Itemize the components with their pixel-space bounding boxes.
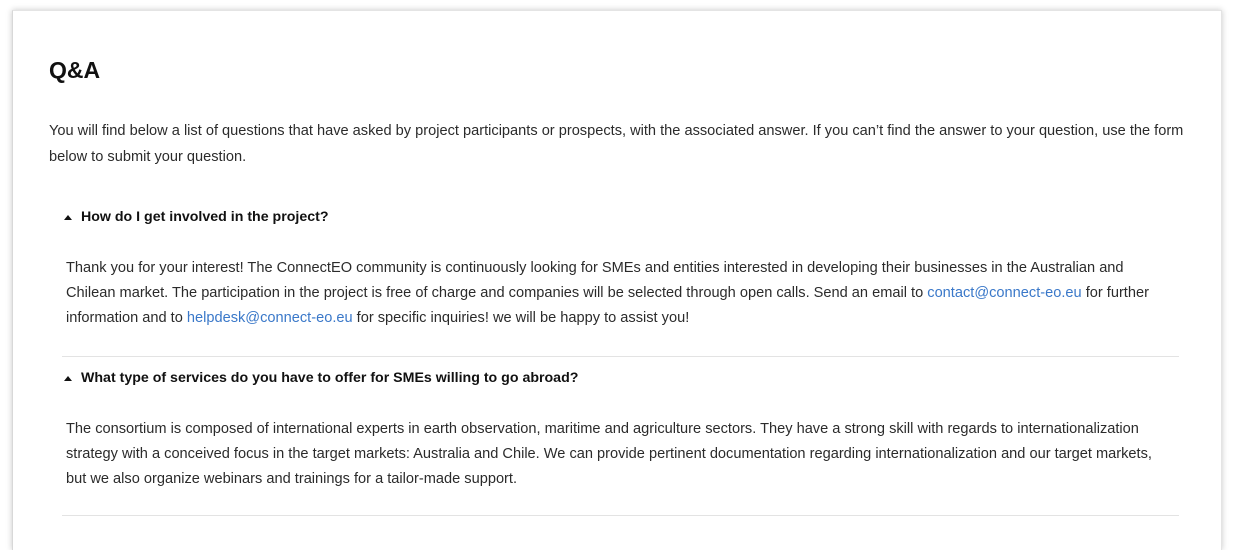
faq-question-toggle[interactable]: How do I get involved in the project? [62, 206, 1179, 228]
faq-item-services: What type of services do you have to off… [62, 367, 1179, 516]
faq-item-get-involved: How do I get involved in the project? Th… [62, 206, 1179, 357]
caret-up-icon [64, 215, 72, 220]
faq-answer: Thank you for your interest! The Connect… [66, 256, 1171, 331]
faq-question-toggle[interactable]: What type of services do you have to off… [62, 367, 1179, 389]
page-title: Q&A [49, 57, 101, 83]
answer-text: for specific inquiries! we will be happy… [352, 310, 690, 326]
caret-up-icon [64, 376, 72, 381]
faq-answer: The consortium is composed of internatio… [66, 421, 1152, 487]
qa-card: Q&A You will find below a list of questi… [12, 10, 1222, 550]
faq-question-text: How do I get involved in the project? [81, 209, 329, 225]
intro-text: You will find below a list of questions … [49, 123, 1184, 165]
contact-email-link[interactable]: contact@connect-eo.eu [927, 285, 1081, 301]
faq-question-text: What type of services do you have to off… [81, 370, 579, 386]
helpdesk-email-link[interactable]: helpdesk@connect-eo.eu [187, 310, 353, 326]
